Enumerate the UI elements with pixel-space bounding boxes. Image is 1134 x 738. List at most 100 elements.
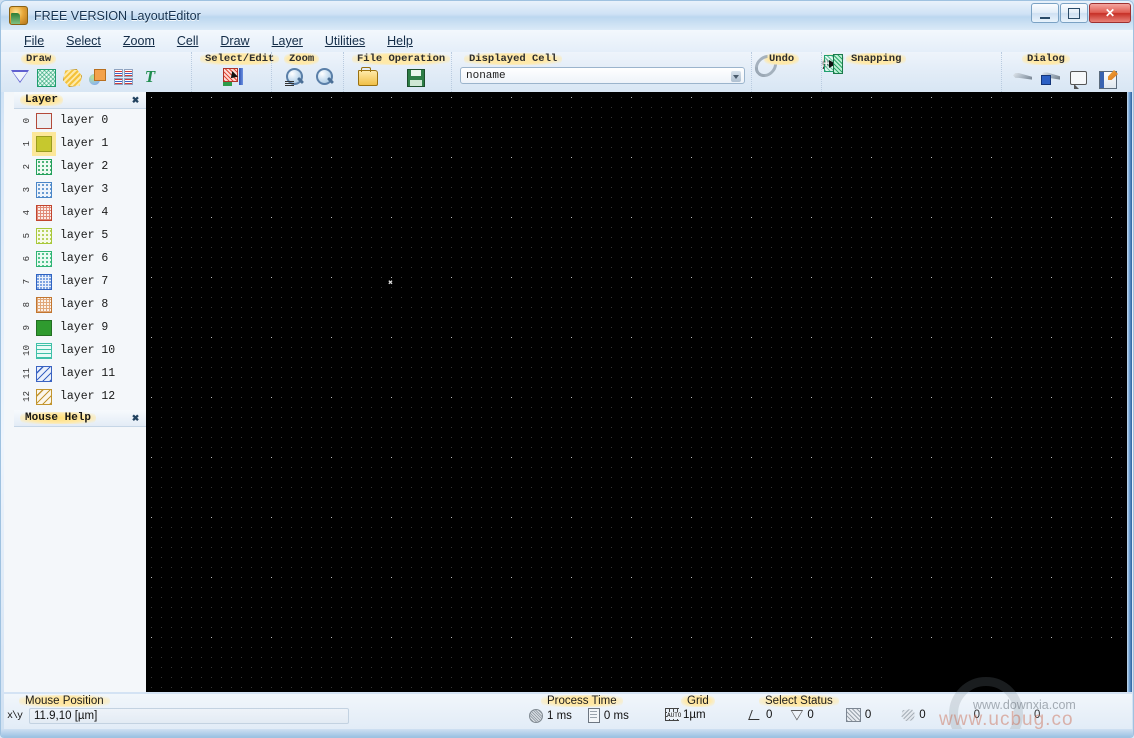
- close-icon[interactable]: ✖: [130, 95, 141, 106]
- toolbar-group-zoom: Zoom: [271, 52, 343, 92]
- list-item[interactable]: 9 layer 9: [14, 316, 146, 339]
- mouse-position-value: 11.9,10 [µm]: [29, 708, 350, 724]
- menu-zoom-label: Zoom: [122, 34, 155, 48]
- redo-icon[interactable]: [750, 50, 782, 82]
- layer-swatch[interactable]: [36, 365, 52, 382]
- close-icon[interactable]: ✖: [130, 413, 141, 424]
- maximize-button[interactable]: [1060, 3, 1088, 23]
- draw-text-icon[interactable]: T: [139, 66, 161, 87]
- list-item[interactable]: 3 layer 3: [14, 178, 146, 201]
- displayed-cell-combo[interactable]: noname: [460, 67, 745, 84]
- application-window: FREE VERSION LayoutEditor ✕ File Select …: [0, 0, 1134, 738]
- layout-canvas[interactable]: ✖: [146, 92, 1127, 692]
- mouse-help-panel-header: Mouse Help ✖: [14, 410, 146, 427]
- layer-swatch[interactable]: [36, 204, 52, 221]
- layer-index: 12: [22, 391, 32, 402]
- layer-swatch[interactable]: [36, 342, 52, 359]
- draw-path-icon[interactable]: [61, 66, 83, 87]
- list-item[interactable]: 0 layer 0: [14, 109, 146, 132]
- layer-swatch[interactable]: [36, 135, 52, 152]
- displayed-cell-value: noname: [466, 69, 506, 82]
- select-edit-icon[interactable]: [222, 66, 244, 87]
- menu-select[interactable]: Select: [55, 33, 112, 49]
- title-bar: FREE VERSION LayoutEditor ✕: [1, 1, 1133, 30]
- mouse-position-body: x\y 11.9,10 [µm]: [7, 708, 521, 724]
- menu-layer[interactable]: Layer: [261, 33, 314, 49]
- status-group-process-time: Process Time 1 ms 0 ms: [526, 694, 656, 727]
- menu-help-label: Help: [387, 34, 413, 48]
- layer-swatch[interactable]: [36, 112, 52, 129]
- edge-count-icon: [749, 709, 762, 721]
- list-item[interactable]: 4 layer 4: [14, 201, 146, 224]
- layer-label: layer 2: [60, 160, 109, 173]
- list-item[interactable]: 7 layer 7: [14, 270, 146, 293]
- toolbar-group-dialog-icons: [1006, 66, 1121, 89]
- toolbar-group-snapping: Snapping + + +: [821, 52, 1001, 92]
- layer-label: layer 4: [60, 206, 109, 219]
- layer-swatch[interactable]: [36, 273, 52, 290]
- select-status-body: 0 0 0 0 0 0: [745, 708, 1109, 722]
- draw-array-icon[interactable]: [113, 66, 135, 87]
- list-item[interactable]: 10 layer 10: [14, 339, 146, 362]
- minimize-button[interactable]: [1031, 3, 1059, 23]
- menu-cell[interactable]: Cell: [166, 33, 210, 49]
- layer-swatch[interactable]: [36, 250, 52, 267]
- list-item[interactable]: 6 layer 6: [14, 247, 146, 270]
- app-root: FREE VERSION LayoutEditor ✕ File Select …: [0, 0, 1134, 738]
- layer-swatch[interactable]: [36, 158, 52, 175]
- file-time-icon: [587, 708, 600, 723]
- menu-utilities-label: Utilities: [324, 34, 366, 48]
- layer-swatch[interactable]: [36, 181, 52, 198]
- xy-icon: x\y: [7, 710, 23, 722]
- list-item[interactable]: 1 layer 1: [14, 132, 146, 155]
- process-time-body: 1 ms 0 ms: [529, 708, 653, 723]
- close-button[interactable]: ✕: [1089, 3, 1131, 23]
- toolbar-group-undo: Undo: [750, 50, 821, 92]
- toolbar-group-dialog: Dialog: [1001, 52, 1125, 92]
- layer-index: 3: [22, 186, 32, 193]
- layer-index: 7: [22, 278, 32, 285]
- toolbar-group-file-operation-label: File Operation: [352, 53, 451, 65]
- toolbar-group-zoom-icons: [276, 66, 339, 87]
- draw-polygon-icon[interactable]: [9, 66, 31, 87]
- layer-swatch[interactable]: [36, 319, 52, 336]
- box-count-value: 0: [864, 709, 872, 721]
- layer-swatch[interactable]: [36, 296, 52, 313]
- toolbar-group-draw-label: Draw: [21, 53, 57, 65]
- mouse-help-panel-body: [14, 427, 146, 687]
- layer-label: layer 6: [60, 252, 109, 265]
- layer-swatch[interactable]: [36, 388, 52, 405]
- menu-layer-label: Layer: [271, 34, 303, 48]
- list-item[interactable]: 2 layer 2: [14, 155, 146, 178]
- layer-setup-icon[interactable]: [1040, 66, 1062, 87]
- list-item[interactable]: 5 layer 5: [14, 224, 146, 247]
- editor-icon[interactable]: [1096, 66, 1118, 89]
- zoom-in-icon[interactable]: [314, 66, 336, 87]
- toolbar-group-displayed-cell-label: Displayed Cell: [464, 53, 563, 65]
- chevron-down-icon[interactable]: [731, 71, 741, 82]
- grid-icon: AUTO: [665, 708, 682, 721]
- snap-line-icon[interactable]: +: [823, 54, 843, 74]
- ref-count-value: 0: [1034, 709, 1041, 721]
- menu-help[interactable]: Help: [376, 33, 424, 49]
- menu-draw[interactable]: Draw: [209, 33, 260, 49]
- draw-circle-icon[interactable]: [87, 66, 109, 87]
- zoom-fit-icon[interactable]: [284, 66, 306, 87]
- layer-swatch[interactable]: [36, 227, 52, 244]
- menu-file[interactable]: File: [13, 33, 55, 49]
- macro-icon[interactable]: [1068, 66, 1090, 89]
- toolbar-group-select-edit: Select/Edit: [191, 52, 280, 92]
- layer-label: layer 8: [60, 298, 109, 311]
- file-save-icon[interactable]: [404, 66, 426, 87]
- menu-utilities[interactable]: Utilities: [314, 33, 376, 49]
- menu-draw-label: Draw: [220, 34, 250, 48]
- menu-zoom[interactable]: Zoom: [112, 33, 166, 49]
- list-item[interactable]: 8 layer 8: [14, 293, 146, 316]
- list-item[interactable]: 12 layer 12: [14, 385, 146, 408]
- draw-box-icon[interactable]: [35, 66, 57, 87]
- list-item[interactable]: 11 layer 11: [14, 362, 146, 385]
- setup-icon[interactable]: [1012, 66, 1034, 87]
- file-open-icon[interactable]: [356, 66, 378, 87]
- toolbar-group-snapping-label: Snapping: [846, 53, 907, 65]
- select-status-label: Select Status: [759, 695, 839, 707]
